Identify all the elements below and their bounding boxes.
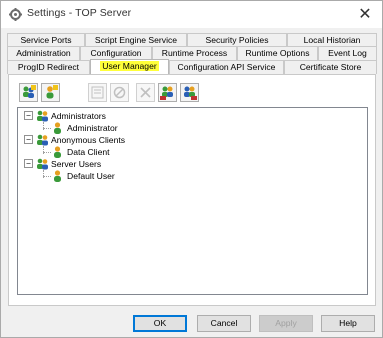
add-user-icon [46, 85, 58, 99]
tab-local-historian[interactable]: Local Historian [287, 33, 377, 47]
tree-user-data-client[interactable]: Data Client [67, 146, 110, 158]
disable-button[interactable] [110, 83, 129, 102]
settings-window: Settings - TOP Server ✕ Service Ports Sc… [0, 0, 383, 338]
group-icon [37, 110, 48, 122]
group-icon [37, 134, 48, 146]
export-users-icon [184, 86, 197, 100]
cancel-button[interactable]: Cancel [197, 315, 251, 332]
tree-user-administrator[interactable]: Administrator [67, 122, 118, 134]
add-group-button[interactable] [19, 83, 38, 102]
tab-configuration-api-service[interactable]: Configuration API Service [169, 60, 284, 74]
export-users-button[interactable] [180, 83, 199, 102]
tab-event-log[interactable]: Event Log [318, 46, 377, 60]
tab-runtime-process[interactable]: Runtime Process [152, 46, 237, 60]
tree-connector [43, 176, 51, 177]
tab-runtime-options[interactable]: Runtime Options [237, 46, 318, 60]
apply-button[interactable]: Apply [259, 315, 313, 332]
close-icon: ✕ [358, 4, 372, 23]
expander-server-users[interactable]: − [24, 159, 33, 168]
tab-user-manager[interactable]: User Manager [90, 59, 169, 74]
tree-connector [43, 152, 51, 153]
tab-administration[interactable]: Administration [7, 46, 80, 60]
user-icon [54, 122, 61, 134]
delete-icon [140, 87, 151, 98]
ok-button[interactable]: OK [133, 315, 187, 332]
import-users-icon [160, 86, 173, 100]
user-icon [54, 170, 61, 182]
tree-connector [43, 128, 51, 129]
tab-security-policies[interactable]: Security Policies [187, 33, 287, 47]
expander-anonymous-clients[interactable]: − [24, 135, 33, 144]
expander-administrators[interactable]: − [24, 111, 33, 120]
title-bar: Settings - TOP Server ✕ [1, 1, 382, 28]
group-icon [37, 158, 48, 170]
close-button[interactable]: ✕ [354, 3, 376, 25]
add-user-button[interactable] [41, 83, 60, 102]
delete-button[interactable] [136, 83, 155, 102]
tree-group-anonymous-clients[interactable]: Anonymous Clients [51, 134, 125, 146]
add-group-icon [23, 85, 36, 98]
import-users-button[interactable] [158, 83, 177, 102]
tree-user-default-user[interactable]: Default User [67, 170, 115, 182]
tab-certificate-store[interactable]: Certificate Store [284, 60, 377, 74]
tree-group-administrators[interactable]: Administrators [51, 110, 106, 122]
properties-icon [91, 86, 104, 99]
window-title: Settings - TOP Server [27, 7, 132, 19]
properties-button[interactable] [88, 83, 107, 102]
tab-configuration[interactable]: Configuration [80, 46, 152, 60]
tab-progid-redirect[interactable]: ProgID Redirect [7, 60, 90, 74]
disable-icon [113, 86, 126, 99]
user-tree[interactable]: − Administrators Administrator − Anonymo… [17, 107, 368, 295]
settings-app-icon [9, 8, 22, 21]
user-icon [54, 146, 61, 158]
tab-service-ports[interactable]: Service Ports [7, 33, 85, 47]
tree-group-server-users[interactable]: Server Users [51, 158, 101, 170]
help-button[interactable]: Help [321, 315, 375, 332]
tab-user-manager-label: User Manager [100, 61, 159, 71]
tab-script-engine-service[interactable]: Script Engine Service [85, 33, 187, 47]
